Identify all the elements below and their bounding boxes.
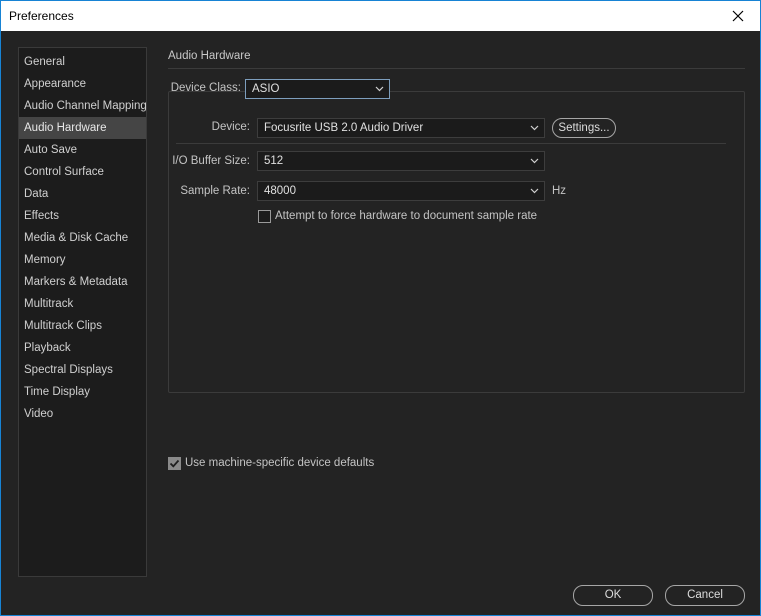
device-label: Device: xyxy=(211,121,250,133)
sidebar-item-multitrack[interactable]: Multitrack xyxy=(19,293,146,315)
device-class-value: ASIO xyxy=(252,83,280,95)
sample-rate-value: 48000 xyxy=(264,185,296,197)
sidebar-item-video[interactable]: Video xyxy=(19,403,146,425)
machine-defaults-checkbox[interactable] xyxy=(168,457,181,470)
ok-button[interactable]: OK xyxy=(573,585,653,606)
device-value: Focusrite USB 2.0 Audio Driver xyxy=(264,122,424,134)
sidebar-item-media-and-disk-cache[interactable]: Media & Disk Cache xyxy=(19,227,146,249)
device-dropdown[interactable]: Focusrite USB 2.0 Audio Driver xyxy=(257,118,545,138)
section-divider xyxy=(168,68,745,69)
window-title: Preferences xyxy=(9,9,74,23)
close-button[interactable] xyxy=(715,1,760,31)
buffer-size-value: 512 xyxy=(264,155,284,167)
buffer-size-label: I/O Buffer Size: xyxy=(172,155,250,167)
checkmark-icon xyxy=(169,459,180,468)
force-sample-rate-checkbox[interactable] xyxy=(258,210,271,223)
sidebar-item-appearance[interactable]: Appearance xyxy=(19,73,146,95)
sidebar-item-time-display[interactable]: Time Display xyxy=(19,381,146,403)
sidebar-item-memory[interactable]: Memory xyxy=(19,249,146,271)
force-sample-rate-label: Attempt to force hardware to document sa… xyxy=(275,210,538,222)
buffer-size-dropdown[interactable]: 512 xyxy=(257,151,545,171)
machine-defaults-label: Use machine-specific device defaults xyxy=(185,457,375,469)
settings-button[interactable]: Settings... xyxy=(552,118,616,138)
sidebar-item-playback[interactable]: Playback xyxy=(19,337,146,359)
chevron-down-icon xyxy=(375,86,384,92)
chevron-down-icon xyxy=(530,188,539,194)
sidebar-item-auto-save[interactable]: Auto Save xyxy=(19,139,146,161)
chevron-down-icon xyxy=(530,158,539,164)
sample-rate-unit: Hz xyxy=(552,185,567,197)
sidebar-item-audio-channel-mapping[interactable]: Audio Channel Mapping xyxy=(19,95,147,117)
cancel-button[interactable]: Cancel xyxy=(665,585,745,606)
sample-rate-dropdown[interactable]: 48000 xyxy=(257,181,545,201)
sidebar-item-general[interactable]: General xyxy=(19,51,146,73)
sidebar-item-multitrack-clips[interactable]: Multitrack Clips xyxy=(19,315,146,337)
sample-rate-label: Sample Rate: xyxy=(180,185,250,197)
device-divider xyxy=(176,143,726,144)
sidebar-item-data[interactable]: Data xyxy=(19,183,146,205)
sidebar-item-audio-hardware[interactable]: Audio Hardware xyxy=(19,117,146,139)
device-class-dropdown[interactable]: ASIO xyxy=(245,79,390,99)
title-bar[interactable]: Preferences xyxy=(1,1,760,31)
preferences-sidebar: General Appearance Audio Channel Mapping Au… xyxy=(18,47,147,577)
sidebar-item-spectral-displays[interactable]: Spectral Displays xyxy=(19,359,146,381)
preferences-window: Preferences General Appearance Audio Chann… xyxy=(0,0,761,616)
sidebar-item-effects[interactable]: Effects xyxy=(19,205,146,227)
sidebar-item-markers-and-metadata[interactable]: Markers & Metadata xyxy=(19,271,146,293)
close-icon xyxy=(732,10,743,22)
sidebar-item-control-surface[interactable]: Control Surface xyxy=(19,161,146,183)
chevron-down-icon xyxy=(530,125,539,131)
section-title: Audio Hardware xyxy=(168,50,251,62)
device-class-label: Device Class: xyxy=(170,82,241,94)
